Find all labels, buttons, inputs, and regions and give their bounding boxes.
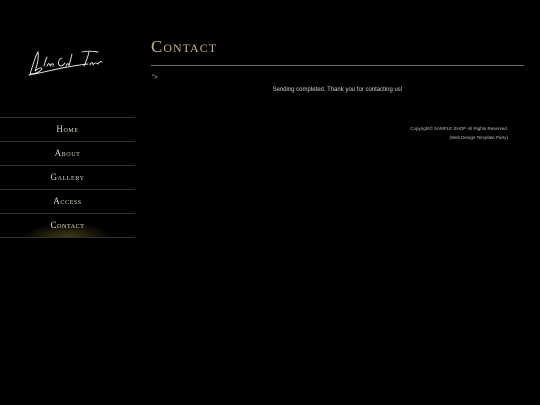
confirmation-message: Sending completed. Thank you for contact… <box>272 87 403 93</box>
main-nav: Home About Gallery Access Contact <box>0 117 135 238</box>
nav-item-gallery[interactable]: Gallery <box>0 165 135 189</box>
page-title: Contact <box>151 37 218 56</box>
nav-item-about[interactable]: About <box>0 141 135 165</box>
nav-item-home[interactable]: Home <box>0 117 135 141</box>
footer: Copyright© SAMPLE SHOP All Rights Reserv… <box>410 124 508 142</box>
copyright-text: Copyright© SAMPLE SHOP All Rights Reserv… <box>410 126 508 131</box>
template-credit-link[interactable]: (Web Design Template Party) <box>410 133 508 142</box>
brand-logo[interactable] <box>26 44 106 78</box>
signature-logo-icon <box>28 50 103 76</box>
nav-item-contact[interactable]: Contact <box>0 213 135 238</box>
sidebar: Home About Gallery Access Contact <box>0 0 135 405</box>
title-divider <box>151 65 524 66</box>
nav-item-access[interactable]: Access <box>0 189 135 213</box>
stray-text: "> <box>152 75 158 81</box>
